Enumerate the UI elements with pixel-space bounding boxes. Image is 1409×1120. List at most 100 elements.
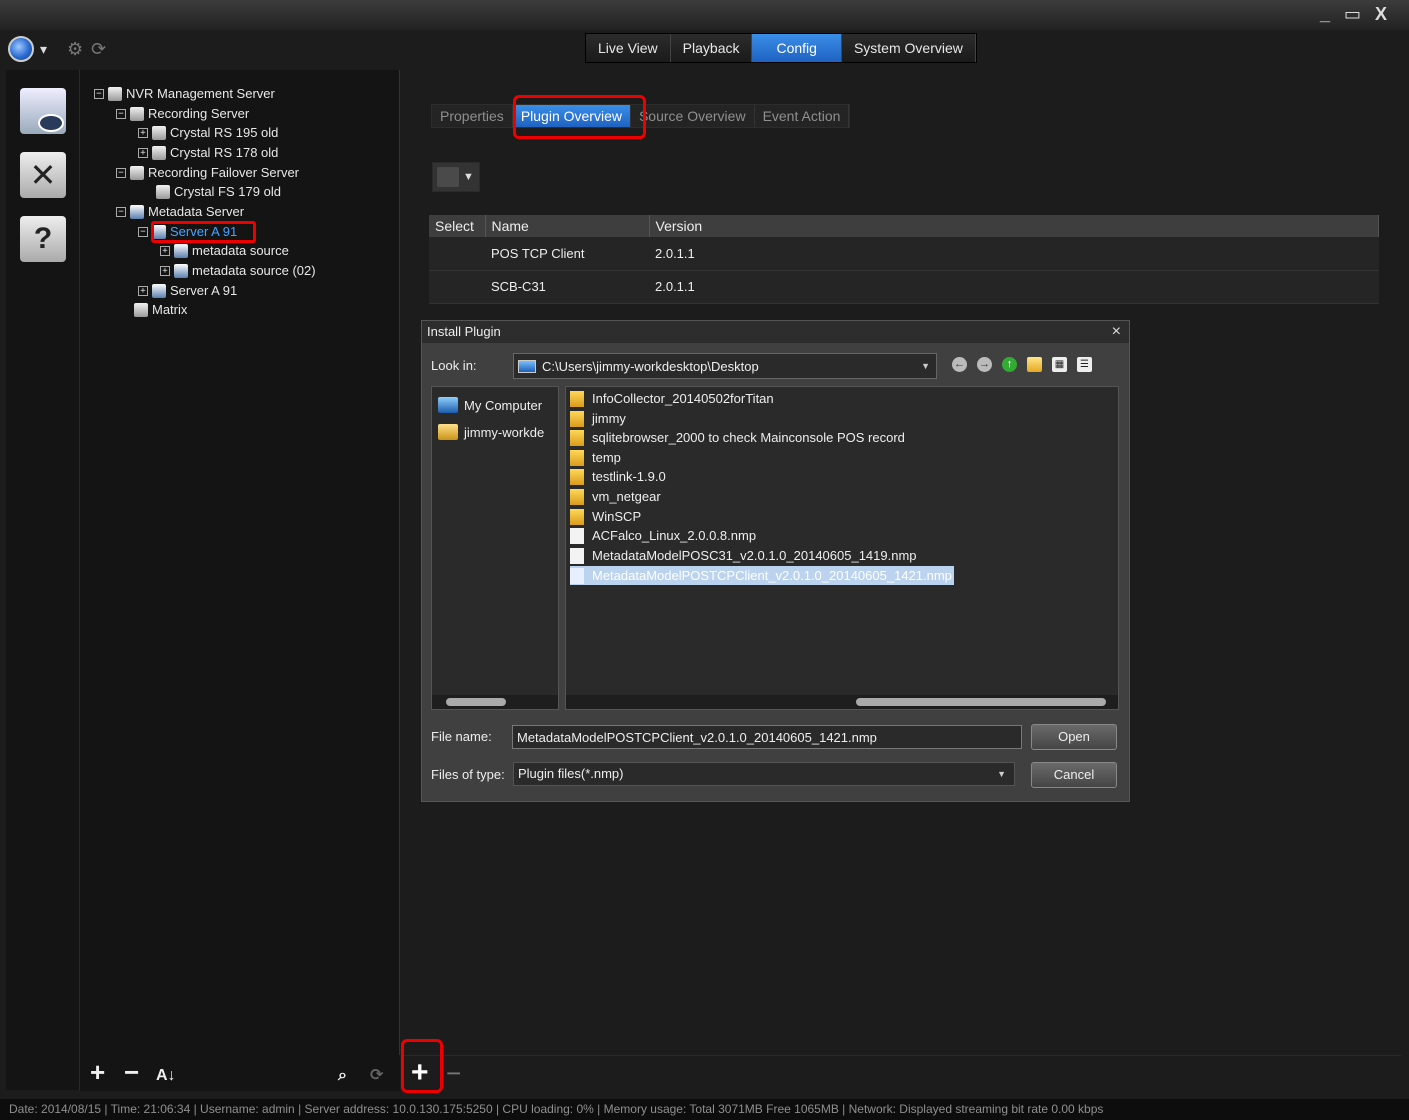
help-icon[interactable]: ? (20, 216, 66, 262)
up-folder-icon[interactable]: ↑ (1002, 357, 1017, 372)
metadata-server-icon (152, 284, 166, 298)
tab-live-view[interactable]: Live View (586, 34, 671, 62)
tree-node-recording-server[interactable]: − Recording Server (116, 104, 249, 124)
scroll-thumb[interactable] (446, 698, 506, 706)
select-cell[interactable] (429, 237, 485, 271)
collapse-icon[interactable]: − (116, 168, 126, 178)
restore-icon[interactable]: ▭ (1344, 4, 1361, 25)
table-row[interactable]: POS TCP Client 2.0.1.1 (429, 237, 1379, 271)
tab-system-overview[interactable]: System Overview (841, 34, 976, 62)
files-scrollbar[interactable] (566, 695, 1118, 709)
folder-icon (570, 449, 584, 466)
plugin-action-dropdown[interactable]: ▼ (432, 162, 480, 192)
tree-node-matrix[interactable]: Matrix (134, 300, 187, 320)
tree-node-metadata-source[interactable]: + metadata source (160, 241, 289, 261)
scroll-thumb[interactable] (856, 698, 1106, 706)
close-icon[interactable]: × (1112, 321, 1121, 343)
tree-node-crystal-fs-179[interactable]: Crystal FS 179 old (156, 182, 281, 202)
server-tree: − NVR Management Server − Recording Serv… (80, 70, 400, 1060)
metadata-source-icon (174, 264, 188, 278)
list-item[interactable]: WinSCP (570, 507, 641, 526)
column-header-select[interactable]: Select (429, 215, 486, 237)
list-view-icon[interactable]: ☰ (1077, 357, 1092, 372)
globe-icon[interactable] (8, 36, 34, 62)
remove-icon[interactable]: − (124, 1059, 139, 1085)
files-of-type-select[interactable]: Plugin files(*.nmp) ▼ (513, 762, 1015, 786)
close-icon[interactable]: X (1375, 4, 1387, 25)
tree-label: Matrix (152, 302, 188, 317)
minimize-icon[interactable]: _ (1320, 4, 1330, 25)
tab-properties[interactable]: Properties (432, 105, 513, 127)
tree-node-root[interactable]: − NVR Management Server (94, 84, 275, 104)
failover-icon (156, 185, 170, 199)
tab-event-action[interactable]: Event Action (755, 105, 850, 127)
collapse-icon[interactable]: − (116, 109, 126, 119)
expand-icon[interactable]: + (138, 286, 148, 296)
list-item-selected[interactable]: MetadataModelPOSTCPClient_v2.0.1.0_20140… (570, 566, 954, 585)
tree-node-metadata-source-02[interactable]: + metadata source (02) (160, 261, 316, 281)
list-item[interactable]: testlink-1.9.0 (570, 467, 666, 486)
list-item[interactable]: temp (570, 448, 621, 467)
expand-icon[interactable]: + (160, 246, 170, 256)
expand-icon[interactable]: + (160, 266, 170, 276)
tree-node-metadata-server[interactable]: − Metadata Server (116, 202, 244, 222)
computer-icon (438, 397, 458, 413)
add-icon[interactable]: + (90, 1059, 105, 1085)
list-item[interactable]: InfoCollector_20140502forTitan (570, 389, 774, 408)
file-name-field[interactable] (512, 725, 1022, 749)
chevron-down-icon: ▼ (997, 769, 1006, 779)
tab-config[interactable]: Config (752, 34, 842, 62)
place-my-computer[interactable]: My Computer (438, 395, 542, 415)
look-in-label: Look in: (431, 358, 477, 373)
tools-icon[interactable]: ✕ (20, 152, 66, 198)
tab-source-overview[interactable]: Source Overview (631, 105, 755, 127)
expand-icon[interactable]: + (138, 128, 148, 138)
place-user-folder[interactable]: jimmy-workde (438, 422, 544, 442)
app-menu[interactable]: ▾ ⚙ ⟳ (8, 36, 106, 62)
new-folder-icon[interactable] (1027, 357, 1042, 372)
tree-node-failover-server[interactable]: − Recording Failover Server (116, 163, 299, 183)
list-item[interactable]: MetadataModelPOSC31_v2.0.1.0_20140605_14… (570, 546, 917, 565)
tab-playback[interactable]: Playback (670, 34, 753, 62)
collapse-icon[interactable]: − (138, 227, 148, 237)
search-icon[interactable]: ⌕ (338, 1063, 347, 1089)
icon-view-icon[interactable]: ▦ (1052, 357, 1067, 372)
list-item[interactable]: ACFalco_Linux_2.0.0.8.nmp (570, 526, 756, 545)
metadata-server-icon (130, 205, 144, 219)
back-icon[interactable]: ← (952, 357, 967, 372)
places-scrollbar[interactable] (432, 695, 558, 709)
gear-icon[interactable]: ⚙ (67, 39, 83, 60)
column-header-name[interactable]: Name (485, 215, 650, 237)
refresh-settings-icon[interactable]: ⟳ (91, 39, 106, 60)
list-item[interactable]: sqlitebrowser_2000 to check Mainconsole … (570, 428, 905, 447)
tree-node-crystal-rs-195[interactable]: + Crystal RS 195 old (138, 123, 278, 143)
collapse-icon[interactable]: − (94, 89, 104, 99)
table-row[interactable]: SCB-C31 2.0.1.1 (429, 270, 1379, 304)
file-name: vm_netgear (592, 489, 661, 504)
select-cell[interactable] (429, 270, 485, 304)
add-plugin-icon[interactable]: + (411, 1058, 429, 1088)
tree-node-crystal-rs-178[interactable]: + Crystal RS 178 old (138, 143, 278, 163)
list-item[interactable]: jimmy (570, 409, 626, 428)
tree-label: Crystal FS 179 old (174, 184, 281, 199)
look-in-select[interactable]: C:\Users\jimmy-workdesktop\Desktop ▼ (513, 353, 937, 379)
list-item[interactable]: vm_netgear (570, 487, 661, 506)
forward-icon[interactable]: → (977, 357, 992, 372)
server-monitor-icon[interactable] (20, 88, 66, 134)
tree-node-server-a91[interactable]: + Server A 91 (138, 281, 237, 301)
chevron-down-icon[interactable]: ▾ (40, 41, 47, 58)
remove-plugin-icon[interactable]: − (446, 1058, 461, 1088)
title-bar: _ ▭ X (0, 0, 1409, 30)
sort-icon[interactable]: A↓ (156, 1063, 176, 1089)
dialog-title: Install Plugin (427, 324, 501, 339)
recorder-icon (152, 146, 166, 160)
cancel-button[interactable]: Cancel (1031, 762, 1117, 788)
tree-label: Crystal RS 178 old (170, 145, 279, 160)
open-button[interactable]: Open (1031, 724, 1117, 750)
column-header-version[interactable]: Version (649, 215, 1379, 237)
collapse-icon[interactable]: − (116, 207, 126, 217)
refresh-icon[interactable]: ⟳ (370, 1063, 383, 1089)
user-folder-icon (438, 424, 458, 440)
expand-icon[interactable]: + (138, 148, 148, 158)
server-icon (108, 87, 122, 101)
